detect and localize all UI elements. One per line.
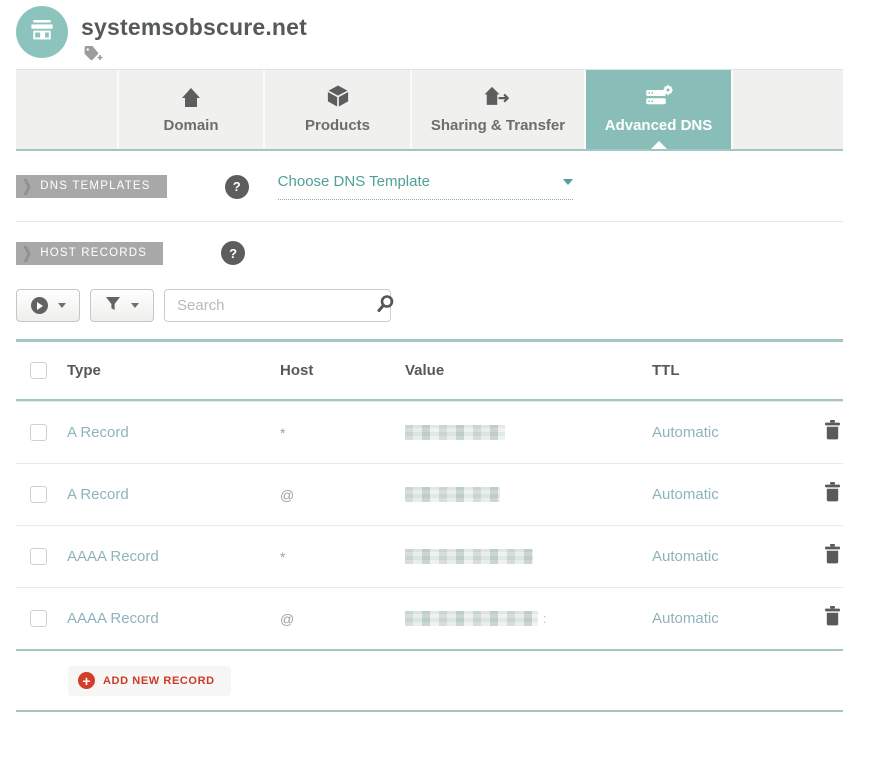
chevron-right-icon: ❯ (22, 172, 33, 202)
dns-templates-help-icon[interactable]: ? (225, 175, 249, 199)
trash-icon[interactable] (824, 482, 841, 507)
active-tab-notch (651, 141, 667, 149)
record-host[interactable]: @ (280, 611, 405, 627)
package-icon (325, 86, 351, 108)
play-circle-icon (31, 297, 48, 314)
value-suffix: : (543, 611, 547, 626)
record-host[interactable]: @ (280, 487, 405, 503)
record-host[interactable]: * (280, 549, 405, 565)
tab-label: Sharing & Transfer (431, 117, 565, 134)
redacted-value[interactable] (405, 549, 533, 564)
table-header-row: Type Host Value TTL (16, 342, 843, 399)
house-arrow-icon (483, 86, 513, 108)
table-row: AAAA Record * Automatic (16, 525, 843, 587)
chevron-down-icon (131, 303, 139, 308)
record-type[interactable]: A Record (67, 424, 280, 441)
chevron-down-icon (563, 179, 573, 185)
search-input[interactable] (177, 297, 376, 314)
record-ttl[interactable]: Automatic (652, 424, 806, 441)
trash-icon[interactable] (824, 544, 841, 569)
tab-sharing-transfer[interactable]: Sharing & Transfer (410, 70, 584, 149)
header-text: systemsobscure.net (81, 6, 307, 61)
record-ttl[interactable]: Automatic (652, 548, 806, 565)
record-host[interactable]: * (280, 425, 405, 441)
tab-advanced-dns[interactable]: Advanced DNS (584, 70, 731, 149)
chevron-right-icon: ❯ (22, 238, 33, 268)
chevron-down-icon (58, 303, 66, 308)
select-all-checkbox[interactable] (30, 362, 47, 379)
trash-icon[interactable] (824, 606, 841, 631)
tab-label: Products (305, 117, 370, 134)
add-tag-icon[interactable] (83, 45, 307, 61)
section-label: DNS TEMPLATES (40, 175, 150, 198)
storefront-icon (27, 15, 57, 50)
home-icon (180, 86, 202, 108)
add-record-row: + ADD NEW RECORD (16, 651, 843, 710)
column-header-ttl: TTL (652, 362, 806, 379)
filter-button[interactable] (90, 289, 154, 322)
redacted-value[interactable] (405, 611, 538, 626)
trash-icon[interactable] (824, 420, 841, 445)
redacted-value[interactable] (405, 425, 505, 440)
domain-header: systemsobscure.net (16, 0, 874, 61)
row-checkbox[interactable] (30, 424, 47, 441)
record-type[interactable]: AAAA Record (67, 548, 280, 565)
footer-line (16, 710, 843, 712)
tab-label: Advanced DNS (605, 117, 713, 134)
dns-templates-section: ❯ DNS TEMPLATES ? Choose DNS Template (16, 173, 874, 200)
server-gear-icon (644, 86, 674, 108)
tab-products[interactable]: Products (263, 70, 410, 149)
table-row: A Record @ Automatic (16, 463, 843, 525)
filter-icon (105, 296, 121, 316)
advanced-dns-page: systemsobscure.net Domain (0, 0, 874, 758)
column-header-value: Value (405, 362, 652, 379)
dns-templates-ribbon: ❯ DNS TEMPLATES (16, 175, 167, 198)
bulk-actions-button[interactable] (16, 289, 80, 322)
record-ttl[interactable]: Automatic (652, 610, 806, 627)
record-type[interactable]: AAAA Record (67, 610, 280, 627)
add-new-record-button[interactable]: + ADD NEW RECORD (68, 666, 231, 696)
search-box (164, 289, 391, 322)
column-header-host: Host (280, 362, 405, 379)
tab-domain[interactable]: Domain (117, 70, 263, 149)
record-ttl[interactable]: Automatic (652, 486, 806, 503)
host-records-help-icon[interactable]: ? (221, 241, 245, 265)
row-checkbox[interactable] (30, 548, 47, 565)
section-label: HOST RECORDS (40, 242, 147, 265)
search-icon[interactable] (376, 294, 395, 318)
tab-filler-left (16, 70, 117, 149)
tab-filler-right (731, 70, 843, 149)
table-row: A Record * Automatic (16, 401, 843, 463)
tab-bar: Domain Products Sharing & Transfer (16, 69, 843, 151)
dns-template-dropdown[interactable]: Choose DNS Template (278, 173, 573, 200)
dropdown-selected-label: Choose DNS Template (278, 173, 430, 190)
table-row: AAAA Record @ : Automatic (16, 587, 843, 649)
tab-label: Domain (163, 117, 218, 134)
host-records-ribbon: ❯ HOST RECORDS (16, 242, 163, 265)
redacted-value[interactable] (405, 487, 500, 502)
row-checkbox[interactable] (30, 610, 47, 627)
section-divider (16, 221, 843, 222)
add-new-record-label: ADD NEW RECORD (103, 675, 215, 687)
column-header-type: Type (67, 362, 280, 379)
records-toolbar (16, 289, 874, 322)
record-type[interactable]: A Record (67, 486, 280, 503)
host-records-section: ❯ HOST RECORDS ? (16, 241, 874, 265)
plus-circle-icon: + (78, 672, 95, 689)
domain-avatar (16, 6, 68, 58)
row-checkbox[interactable] (30, 486, 47, 503)
page-title: systemsobscure.net (81, 14, 307, 41)
